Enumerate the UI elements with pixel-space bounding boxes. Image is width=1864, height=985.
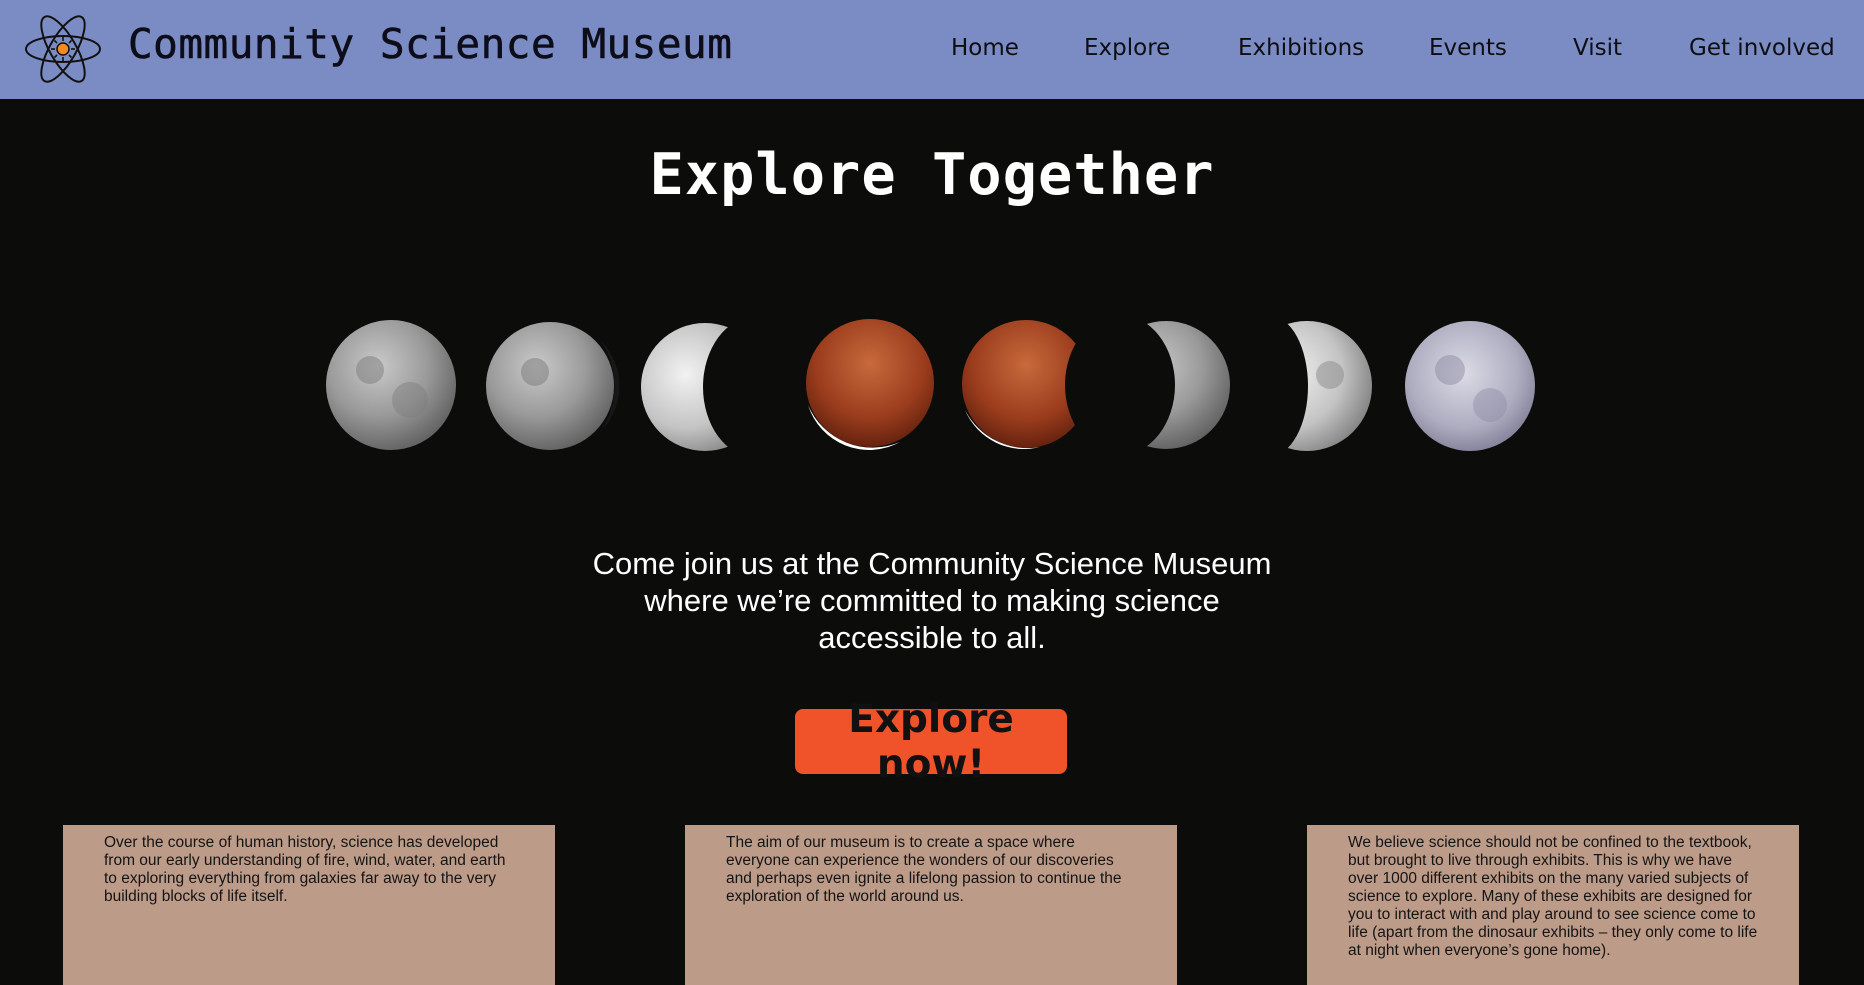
nav-item-exhibitions[interactable]: Exhibitions bbox=[1238, 35, 1364, 61]
info-card-exhibits: We believe science should not be confine… bbox=[1307, 825, 1799, 985]
moon-7 bbox=[1232, 316, 1372, 456]
card-text: Over the course of human history, scienc… bbox=[104, 834, 506, 905]
info-card-history: Over the course of human history, scienc… bbox=[63, 825, 555, 985]
card-text: The aim of our museum is to create a spa… bbox=[726, 834, 1122, 905]
card-text: We believe science should not be confine… bbox=[1348, 834, 1758, 959]
moon-8 bbox=[1405, 321, 1535, 451]
atom-icon[interactable] bbox=[22, 12, 104, 86]
tagline-line-3: accessible to all. bbox=[818, 620, 1046, 655]
hero-title: Explore Together bbox=[649, 142, 1215, 208]
tagline-line-2: where we’re committed to making science bbox=[644, 583, 1220, 618]
nav-item-home[interactable]: Home bbox=[951, 35, 1019, 61]
lunar-eclipse-image bbox=[326, 315, 1535, 457]
moon-4 bbox=[806, 319, 934, 450]
info-card-aim: The aim of our museum is to create a spa… bbox=[685, 825, 1177, 985]
site-title: Community Science Museum bbox=[128, 20, 733, 69]
hero-tagline: Come join us at the Community Science Mu… bbox=[0, 545, 1864, 656]
nav-item-events[interactable]: Events bbox=[1429, 35, 1507, 61]
moon-6 bbox=[1065, 315, 1230, 455]
nav-item-get-involved[interactable]: Get involved bbox=[1689, 35, 1835, 61]
explore-now-button[interactable]: Explore now! bbox=[795, 697, 1067, 787]
nav-item-explore[interactable]: Explore bbox=[1084, 35, 1170, 61]
tagline-line-1: Come join us at the Community Science Mu… bbox=[592, 546, 1272, 581]
moon-1 bbox=[326, 320, 456, 450]
nav-item-visit[interactable]: Visit bbox=[1573, 35, 1622, 61]
site-header: Community Science Museum Home Explore Ex… bbox=[0, 0, 1864, 99]
moon-2 bbox=[486, 322, 620, 450]
moon-3 bbox=[641, 317, 807, 457]
